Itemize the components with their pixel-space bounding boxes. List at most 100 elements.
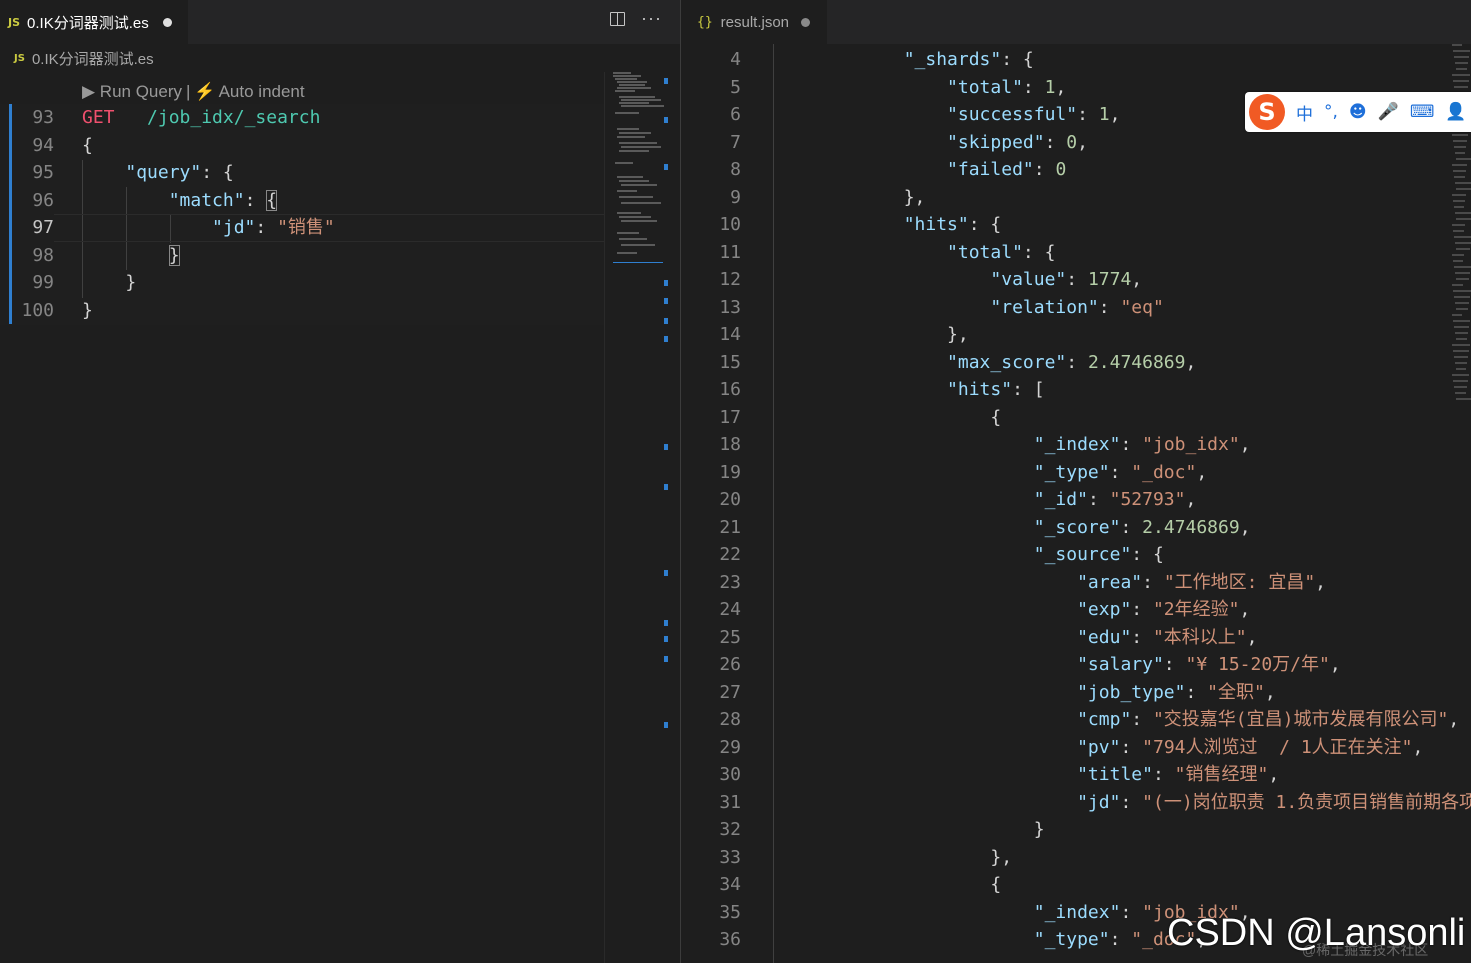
code-line[interactable]: 16 "hits": [	[681, 376, 1451, 404]
code-line[interactable]: 4 "_shards": {	[681, 46, 1451, 74]
line-number: 7	[730, 131, 741, 153]
code-token: : {	[201, 162, 234, 183]
minimap-line	[1454, 56, 1469, 58]
more-actions-icon[interactable]: ···	[641, 9, 662, 27]
left-scrollbar[interactable]	[664, 72, 680, 963]
microphone-icon[interactable]: 🎤	[1378, 102, 1399, 122]
line-number: 93	[32, 107, 54, 128]
code-line[interactable]: 31 "jd": "(一)岗位职责 1.负责项目销售前期各项	[681, 789, 1471, 817]
code-line[interactable]: 10 "hits": {	[681, 211, 1451, 239]
emoji-icon[interactable]: ☻	[1349, 102, 1367, 122]
minimap-line	[617, 81, 647, 83]
code-line[interactable]: 13 "relation": "eq"	[681, 294, 1451, 322]
unsaved-dot-icon[interactable]	[801, 17, 811, 27]
js-file-icon: JS	[14, 52, 25, 64]
scrollbar-change-marker	[664, 722, 668, 728]
minimap-line	[1454, 236, 1471, 238]
auto-indent-link[interactable]: ⚡ Auto indent	[194, 82, 304, 102]
code-line[interactable]: 99 }	[0, 269, 604, 297]
code-line[interactable]: 30 "title": "销售经理",	[681, 761, 1451, 789]
line-code: }	[82, 269, 136, 297]
code-token: ,	[1412, 736, 1424, 758]
code-line[interactable]: 100}	[0, 296, 604, 324]
code-token: "_score"	[1033, 516, 1121, 538]
code-token: "hits"	[903, 214, 969, 235]
ime-toolbar[interactable]: S 中 °, ☻ 🎤 ⌨ 👤	[1245, 92, 1471, 132]
code-token: ,	[1196, 461, 1208, 483]
tab-title: result.json	[720, 13, 790, 31]
code-line[interactable]: 34 {	[681, 871, 1451, 899]
code-token: "_type"	[1033, 461, 1110, 483]
code-line[interactable]: 28 "cmp": "交投嘉华(宜昌)城市发展有限公司",	[681, 706, 1459, 734]
code-line[interactable]: 11 "total": {	[681, 239, 1451, 267]
line-code: "salary": "¥ 15-20万/年",	[817, 651, 1341, 679]
keyboard-icon[interactable]: ⌨	[1410, 102, 1435, 122]
minimap-line	[1456, 248, 1470, 250]
left-code-area[interactable]: 93 GET /job_idx/_search 94{95 "query": {96…	[0, 104, 604, 324]
code-line[interactable]: 29 "pv": "794人浏览过 / 1人正在关注",	[681, 734, 1451, 762]
code-line[interactable]: 19 "_type": "_doc",	[681, 459, 1451, 487]
code-line[interactable]: 17 {	[681, 404, 1451, 432]
code-line[interactable]: 14 },	[681, 321, 1451, 349]
code-token: ,	[1264, 681, 1276, 703]
code-line[interactable]: 15 "max_score": 2.4746869,	[681, 349, 1451, 377]
code-line[interactable]: 9 },	[681, 184, 1451, 212]
code-line[interactable]: 95 "query": {	[0, 159, 604, 187]
minimap-line	[1454, 146, 1466, 148]
code-token: :	[1066, 269, 1088, 290]
code-token: "_doc"	[1131, 461, 1197, 483]
minimap-line	[1452, 284, 1463, 286]
punctuation-icon[interactable]: °,	[1324, 102, 1338, 122]
minimap-line	[619, 102, 649, 104]
unsaved-dot-icon[interactable]	[162, 17, 172, 27]
line-code: "jd": "(一)岗位职责 1.负责项目销售前期各项	[817, 789, 1471, 817]
sogou-logo-icon[interactable]: S	[1249, 94, 1285, 130]
code-line[interactable]: 32 }	[681, 816, 1451, 844]
code-line[interactable]: 96 "match": {	[0, 186, 604, 214]
code-line[interactable]: 21 "_score": 2.4746869,	[681, 514, 1451, 542]
right-code-area[interactable]: 4 "_shards": {5 "total": 1, 6 "successful…	[681, 46, 1471, 954]
code-line[interactable]: 8 "failed": 0	[681, 156, 1451, 184]
code-token: : {	[1131, 544, 1164, 565]
line-number: 35	[719, 901, 741, 923]
code-line[interactable]: 25 "edu": "本科以上",	[681, 624, 1451, 652]
code-line[interactable]: 27 "job_type": "全职",	[681, 679, 1451, 707]
ime-mode-chinese[interactable]: 中	[1296, 100, 1313, 125]
code-token: "_index"	[1033, 901, 1121, 923]
code-line[interactable]: 26 "salary": "¥ 15-20万/年",	[681, 651, 1451, 679]
line-number: 96	[32, 189, 54, 211]
code-line[interactable]: 33 },	[681, 844, 1451, 872]
run-query-link[interactable]: ▶ Run Query	[82, 82, 182, 102]
tab-ik-test-es[interactable]: JS 0.IK分词器测试.es	[0, 0, 188, 44]
line-number: 23	[719, 571, 741, 593]
code-token: "销售经理"	[1174, 764, 1269, 785]
code-line[interactable]: 20 "_id": "52793",	[681, 486, 1451, 514]
modified-line-marker	[9, 241, 12, 269]
minimap-line	[1456, 398, 1471, 400]
minimap-line	[617, 176, 643, 178]
code-token: "job_type"	[1077, 681, 1186, 703]
code-line[interactable]: 22 "_source": {	[681, 541, 1451, 569]
scrollbar-change-marker	[664, 336, 668, 342]
code-line[interactable]: 12 "value": 1774,	[681, 266, 1451, 294]
breadcrumb-file[interactable]: 0.IK分词器测试.es	[32, 48, 154, 69]
code-line[interactable]: 98 }	[0, 241, 604, 269]
left-minimap[interactable]	[604, 72, 665, 963]
code-line[interactable]: 94 {	[0, 131, 604, 159]
user-icon[interactable]: 👤	[1445, 102, 1466, 122]
code-line[interactable]: 93 GET /job_idx/_search	[0, 104, 604, 132]
code-line[interactable]: 7 "skipped": 0,	[681, 129, 1451, 157]
split-editor-icon[interactable]	[610, 12, 626, 26]
minimap-line	[621, 244, 655, 246]
code-line[interactable]: 18 "_index": "job_idx",	[681, 431, 1451, 459]
code-line[interactable]: 97 "jd": "销售"	[0, 214, 604, 242]
code-line[interactable]: 23 "area": "工作地区: 宜昌",	[681, 569, 1451, 597]
code-line[interactable]: 24 "exp": "2年经验",	[681, 596, 1451, 624]
tab-result-json[interactable]: {} result.json	[681, 0, 827, 44]
code-token: {	[817, 874, 1002, 895]
